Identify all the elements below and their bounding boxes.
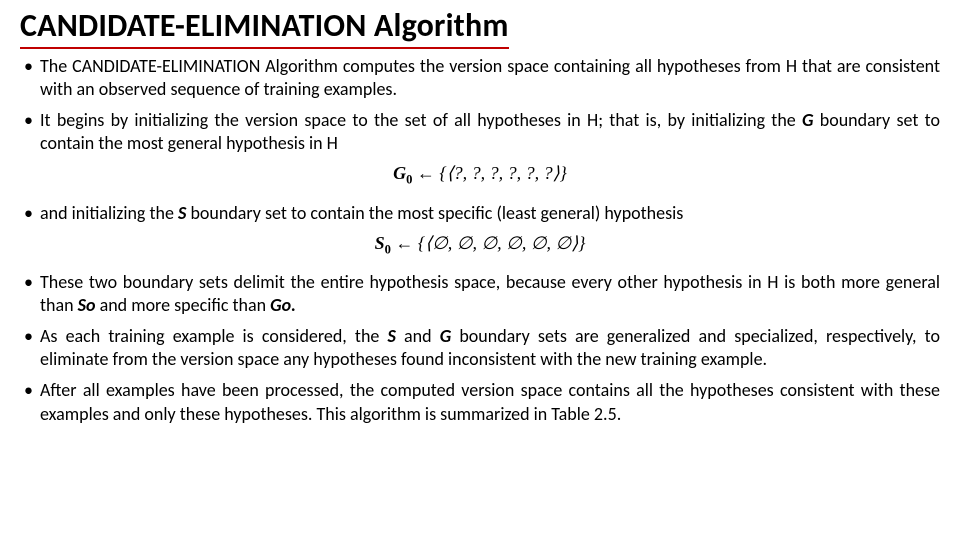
formula-g0: G0 ← {⟨?, ?, ?, ?, ?, ?⟩}	[20, 163, 940, 188]
bullet-5: As each training example is considered, …	[20, 325, 940, 371]
bullet-2-g: G	[802, 109, 813, 131]
formula-s0: S0 ← {⟨∅, ∅, ∅, ∅, ∅, ∅⟩}	[20, 233, 940, 258]
formula-s0-sym: S	[375, 233, 385, 253]
formula-g0-sym: G	[393, 163, 406, 183]
bullet-3: and initializing the S boundary set to c…	[20, 202, 940, 225]
bullet-6: After all examples have been processed, …	[20, 379, 940, 425]
formula-s0-rhs: {⟨∅, ∅, ∅, ∅, ∅, ∅⟩}	[418, 233, 586, 253]
bullet-4: These two boundary sets delimit the enti…	[20, 271, 940, 317]
bullet-5-text-b: and	[396, 325, 440, 347]
bullet-5-g: G	[440, 325, 451, 347]
formula-s0-arrow: ←	[391, 233, 418, 253]
bullet-1-text: The CANDIDATE-ELIMINATION Algorithm comp…	[40, 55, 940, 100]
bullet-6-text: After all examples have been processed, …	[40, 379, 940, 424]
bullet-3-text-b: boundary set to contain the most specifi…	[186, 202, 683, 224]
slide-title: CANDIDATE-ELIMINATION Algorithm	[20, 6, 509, 49]
bullet-4-so: So	[78, 294, 96, 316]
bullet-2: It begins by initializing the version sp…	[20, 109, 940, 155]
bullet-4-text-b: and more specific than	[96, 294, 271, 316]
bullet-2-text-a: It begins by initializing the version sp…	[40, 109, 802, 131]
formula-g0-arrow: ←	[412, 163, 439, 183]
bullet-5-text-a: As each training example is considered, …	[40, 325, 388, 347]
bullet-5-s: S	[388, 325, 396, 347]
bullet-1: The CANDIDATE-ELIMINATION Algorithm comp…	[20, 55, 940, 101]
bullet-list: The CANDIDATE-ELIMINATION Algorithm comp…	[20, 55, 940, 530]
slide: CANDIDATE-ELIMINATION Algorithm The CAND…	[0, 0, 960, 540]
formula-g0-rhs: {⟨?, ?, ?, ?, ?, ?⟩}	[439, 163, 566, 183]
bullet-3-text-a: and initializing the	[40, 202, 178, 224]
bullet-4-go: Go.	[270, 294, 296, 316]
